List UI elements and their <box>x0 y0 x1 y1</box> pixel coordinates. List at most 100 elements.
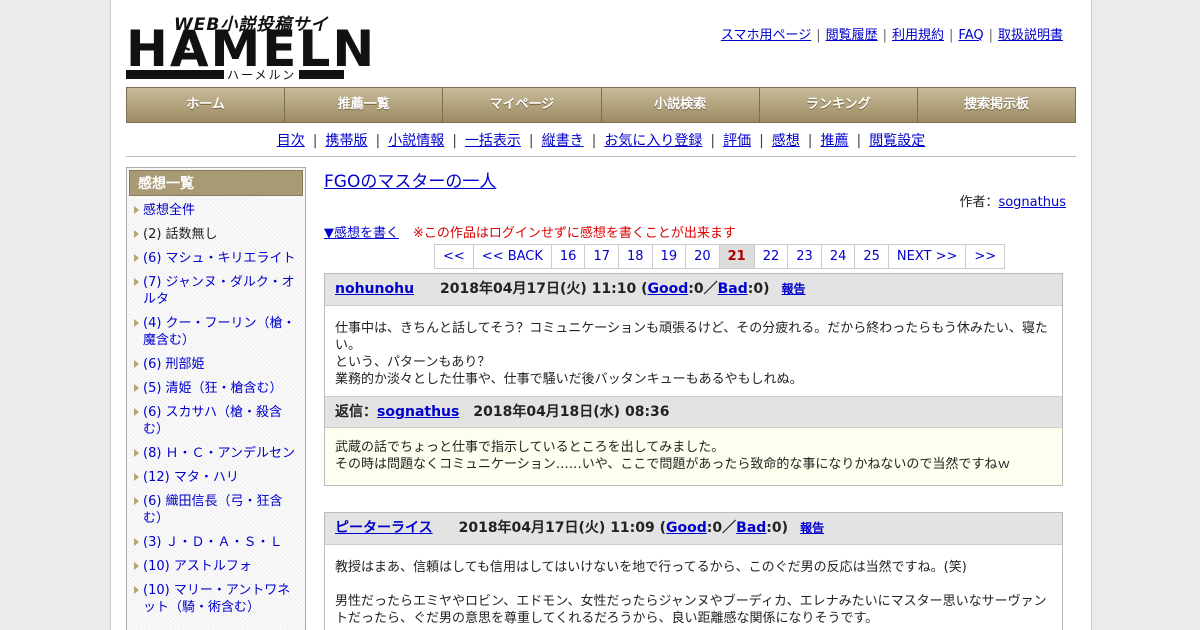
write-comment-row: ▼感想を書く ※この作品はログインせずに感想を書くことが出来ます <box>324 222 736 241</box>
page-link[interactable]: 24 <box>822 245 856 268</box>
link-history[interactable]: 閲覧履歴 <box>826 28 878 43</box>
page-back[interactable]: << BACK <box>474 245 552 268</box>
page-link[interactable]: 22 <box>755 245 789 268</box>
reply-line: その時は問題なくコミュニケーション……いや、ここで問題があったら致命的な事になり… <box>335 457 1011 472</box>
triangle-bullet-icon <box>134 538 139 546</box>
sidebar-item[interactable]: (7) ジャンヌ・ダルク・オルタ <box>134 274 299 308</box>
link-terms[interactable]: 利用規約 <box>892 28 944 43</box>
comment-date: 2018年04月17日(火) 11:09 <box>458 520 655 536</box>
nav-recommendations[interactable]: 推薦一覧 <box>285 88 444 122</box>
link-smartphone[interactable]: スマホ用ページ <box>721 28 811 43</box>
main-nav: ホーム 推薦一覧 マイページ 小説検索 ランキング 捜索掲示板 <box>126 87 1076 123</box>
sidebar-item[interactable]: (6) 刑部姫 <box>134 356 299 373</box>
triangle-bullet-icon <box>134 319 139 327</box>
page-last[interactable]: >> <box>966 245 1004 268</box>
sidebar-item[interactable]: (8) Ｈ・Ｃ・アンデルセン <box>134 445 299 462</box>
subnav-rate[interactable]: 評価 <box>723 133 751 149</box>
nav-search[interactable]: 小説検索 <box>601 88 760 122</box>
page-first[interactable]: << <box>435 245 474 268</box>
page-link[interactable]: 18 <box>619 245 653 268</box>
page-link[interactable]: 17 <box>585 245 619 268</box>
subnav-all[interactable]: 一括表示 <box>465 133 521 149</box>
triangle-bullet-icon <box>134 384 139 392</box>
report-link[interactable]: 報告 <box>782 282 806 296</box>
comment-card: ピーターライス 2018年04月17日(火) 11:09 (Good:0／Bad:… <box>324 512 1063 630</box>
comment-body: 仕事中は、きちんと話してそう？コミュニケーションも頑張るけど、その分疲れる。だか… <box>325 306 1062 396</box>
sidebar-item[interactable]: (10) アストルフォ <box>134 558 299 575</box>
sidebar-list: 感想全件 (2) 話数無し (6) マシュ・キリエライト (7) ジャンヌ・ダル… <box>127 198 305 616</box>
nav-mypage[interactable]: マイページ <box>443 88 602 122</box>
triangle-bullet-icon <box>134 360 139 368</box>
author-line: 作者：sognathus <box>959 195 1066 210</box>
novel-subnav: 目次 | 携帯版 | 小説情報 | 一括表示 | 縦書き | お気に入り登録 | 評価 | 感想 | 推薦 | 閲覧… <box>276 133 926 149</box>
good-link[interactable]: Good <box>648 281 689 297</box>
triangle-bullet-icon <box>134 278 139 286</box>
subnav-settings[interactable]: 閲覧設定 <box>869 133 925 149</box>
comment-meta: 2018年04月17日(火) 11:10 (Good:0／Bad:0) <box>440 281 770 297</box>
page-link[interactable]: 19 <box>653 245 687 268</box>
novel-title[interactable]: FGOのマスターの一人 <box>324 167 1064 192</box>
nav-board[interactable]: 捜索掲示板 <box>917 88 1076 122</box>
comment-card: nohunohu 2018年04月17日(火) 11:10 (Good:0／Bad… <box>324 273 1063 486</box>
page-next[interactable]: NEXT >> <box>889 245 967 268</box>
reply-line: 武蔵の話でちょっと仕事で指示しているところを出してみました。 <box>335 440 725 455</box>
pagination: << << BACK 16 17 18 19 20 21 22 23 24 25… <box>434 244 1006 269</box>
link-faq[interactable]: FAQ <box>958 28 983 43</box>
triangle-bullet-icon <box>134 206 139 214</box>
sidebar-item[interactable]: (6) 織田信長（弓・狂含む） <box>134 493 299 527</box>
sidebar-item[interactable]: (12) マタ・ハリ <box>134 469 299 486</box>
comment-user-link[interactable]: ピーターライス <box>335 520 433 536</box>
report-link[interactable]: 報告 <box>800 521 824 535</box>
sidebar-item[interactable]: (6) マシュ・キリエライト <box>134 250 299 267</box>
triangle-bullet-icon <box>134 449 139 457</box>
reply-date: 2018年04月18日(水) 08:36 <box>473 404 670 420</box>
link-manual[interactable]: 取扱説明書 <box>998 28 1063 43</box>
comment-meta: 2018年04月17日(火) 11:09 (Good:0／Bad:0) <box>458 520 789 536</box>
comment-line: 業務的か淡々とした仕事や、仕事で騒いだ後バッタンキューもあるやもしれぬ。 <box>335 372 803 387</box>
sidebar-item[interactable]: (6) スカサハ（槍・殺含む） <box>134 404 299 438</box>
triangle-bullet-icon <box>134 408 139 416</box>
comment-header: ピーターライス 2018年04月17日(火) 11:09 (Good:0／Bad:… <box>325 513 1062 545</box>
comment-user-link[interactable]: nohunohu <box>335 281 414 297</box>
subnav-recommend[interactable]: 推薦 <box>821 133 849 149</box>
subnav-favorite[interactable]: お気に入り登録 <box>604 133 702 149</box>
login-notice: ※この作品はログインせずに感想を書くことが出来ます <box>413 226 736 241</box>
bad-link[interactable]: Bad <box>736 520 766 536</box>
comment-sidebar: 感想一覧 感想全件 (2) 話数無し (6) マシュ・キリエライト (7) ジャ… <box>126 167 306 630</box>
write-comment-link[interactable]: ▼感想を書く <box>324 226 399 241</box>
comment-body: 教授はまあ、信頼はしても信用はしてはいけないを地で行ってるから、このぐだ男の反応… <box>325 545 1062 630</box>
page-link[interactable]: 16 <box>552 245 586 268</box>
divider <box>126 156 1076 157</box>
page-link[interactable]: 20 <box>686 245 720 268</box>
bad-link[interactable]: Bad <box>718 281 748 297</box>
comment-line: 男性だったらエミヤやロビン、エドモン、女性だったらジャンヌやブーディカ、エレナみ… <box>335 594 1047 626</box>
reply-user-link[interactable]: sognathus <box>377 404 459 420</box>
subnav-mobile[interactable]: 携帯版 <box>325 133 367 149</box>
good-link[interactable]: Good <box>666 520 707 536</box>
page-current: 21 <box>719 245 755 268</box>
nav-ranking[interactable]: ランキング <box>759 88 918 122</box>
comment-line: という、パターンもあり？ <box>335 355 491 370</box>
page-link[interactable]: 23 <box>788 245 822 268</box>
subnav-toc[interactable]: 目次 <box>277 133 305 149</box>
sidebar-title: 感想一覧 <box>129 170 303 196</box>
hameln-logo[interactable]: WEB小説投稿サイト HAMELN ハーメルン <box>126 10 374 83</box>
sidebar-item[interactable]: (4) クー・フーリン（槍・魔含む） <box>134 315 299 349</box>
triangle-bullet-icon <box>134 473 139 481</box>
triangle-bullet-icon <box>134 586 139 594</box>
subnav-comments[interactable]: 感想 <box>772 133 800 149</box>
comment-header: nohunohu 2018年04月17日(火) 11:10 (Good:0／Bad… <box>325 274 1062 306</box>
sidebar-item[interactable]: (10) マリー・アントワネット（騎・術含む） <box>134 582 299 616</box>
author-link[interactable]: sognathus <box>998 195 1066 210</box>
nav-home[interactable]: ホーム <box>127 88 286 122</box>
sidebar-item[interactable]: (5) 清姫（狂・槍含む） <box>134 380 299 397</box>
sidebar-item[interactable]: (3) Ｊ・Ｄ・Ａ・Ｓ・Ｌ <box>134 534 299 551</box>
subnav-info[interactable]: 小説情報 <box>388 133 444 149</box>
comment-date: 2018年04月17日(火) 11:10 <box>440 281 637 297</box>
page-link[interactable]: 25 <box>855 245 889 268</box>
sidebar-item[interactable]: 感想全件 <box>134 202 299 219</box>
page: WEB小説投稿サイト HAMELN ハーメルン スマホ用ページ | 閲覧履歴 | 利用規… <box>110 0 1092 630</box>
triangle-bullet-icon <box>134 562 139 570</box>
subnav-vertical[interactable]: 縦書き <box>542 133 584 149</box>
sidebar-item: (2) 話数無し <box>134 226 299 243</box>
